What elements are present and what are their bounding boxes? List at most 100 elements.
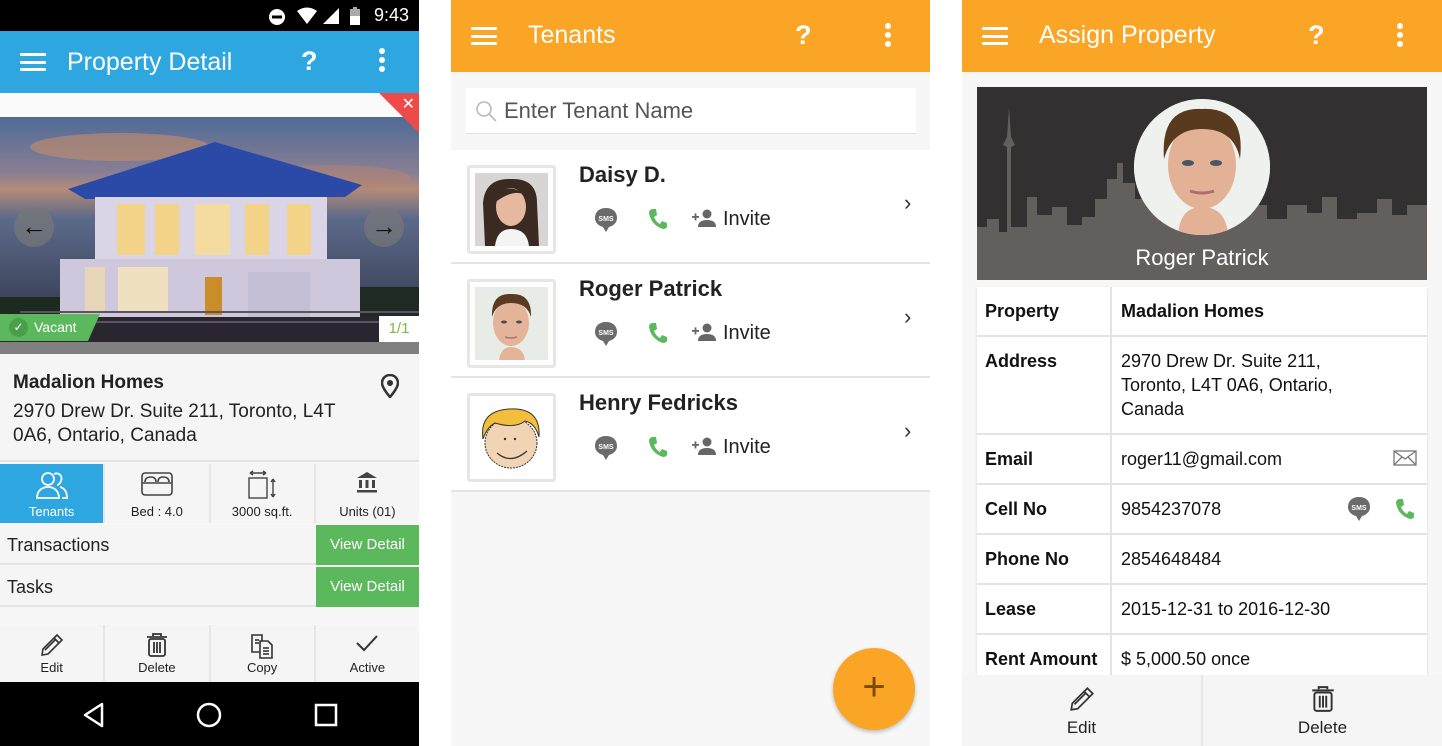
tenant-photo: [475, 173, 548, 246]
property-detail-screen: 9:43 Property Detail ? ✕ ← → Vacant ✓ 1/…: [0, 0, 419, 746]
tenant-list: Daisy D. SMS Invite › Roger Patrick SMS …: [451, 150, 930, 492]
tenant-details-table: Property Madalion Homes Address 2970 Dre…: [977, 287, 1427, 685]
svg-text:SMS: SMS: [598, 330, 614, 337]
add-person-icon[interactable]: [691, 208, 717, 228]
view-detail-button[interactable]: View Detail: [316, 525, 419, 565]
tenant-photo: [1134, 99, 1270, 235]
invite-button[interactable]: Invite: [723, 322, 771, 345]
page-title: Tenants: [528, 21, 616, 49]
clock: 9:43: [373, 5, 409, 25]
invite-button[interactable]: Invite: [723, 208, 771, 231]
more-vertical-icon[interactable]: [885, 23, 891, 50]
copy-button[interactable]: Copy: [210, 625, 314, 682]
phone-icon[interactable]: [648, 436, 668, 458]
add-person-icon[interactable]: [691, 436, 717, 456]
phone-icon[interactable]: [648, 208, 668, 230]
stat-label: Tenants: [28, 504, 75, 519]
hamburger-icon[interactable]: [20, 53, 46, 71]
action-label: Active: [349, 660, 386, 675]
tenant-name: Roger Patrick: [1135, 245, 1269, 270]
chevron-right-icon[interactable]: ›: [904, 190, 911, 216]
recents-icon[interactable]: [314, 703, 338, 727]
close-icon[interactable]: ✕: [402, 94, 415, 114]
property-photo[interactable]: [0, 117, 419, 342]
tenant-search-input[interactable]: [504, 96, 904, 126]
add-tenant-button[interactable]: +: [833, 648, 915, 730]
app-bar: Tenants ?: [451, 0, 930, 72]
status-bar: 9:43: [0, 0, 419, 31]
edit-button[interactable]: Edit: [0, 625, 104, 682]
assign-property-screen: Assign Property ? Roger Patrick Property…: [962, 0, 1442, 746]
help-button[interactable]: ?: [301, 46, 318, 77]
detail-key: Phone No: [977, 535, 1112, 583]
sms-icon[interactable]: SMS: [594, 435, 618, 461]
avatar: [467, 279, 556, 368]
page-title: Assign Property: [1039, 21, 1216, 49]
sms-icon[interactable]: SMS: [1347, 496, 1371, 522]
app-bar: Assign Property ?: [962, 0, 1442, 72]
detail-value: Madalion Homes: [1121, 301, 1265, 321]
detail-row-property: Property Madalion Homes: [977, 287, 1427, 337]
view-detail-button[interactable]: View Detail: [316, 567, 419, 607]
svg-text:SMS: SMS: [1351, 505, 1367, 512]
transactions-row: Transactions View Detail: [0, 525, 419, 565]
tenant-header: Roger Patrick: [977, 87, 1427, 280]
avatar: [467, 165, 556, 254]
detail-value: 9854237078: [1121, 499, 1222, 519]
add-person-icon[interactable]: [691, 322, 717, 342]
stat-area[interactable]: 3000 sq.ft.: [210, 464, 314, 523]
tenant-name: Henry Fedricks: [579, 390, 738, 415]
detail-row-phone: Phone No 2854648484: [977, 535, 1427, 585]
home-icon[interactable]: [196, 702, 222, 728]
tenants-icon: [35, 472, 68, 499]
more-vertical-icon[interactable]: [379, 48, 385, 75]
more-vertical-icon[interactable]: [1397, 23, 1403, 50]
edit-button[interactable]: Edit: [962, 675, 1201, 746]
arrow-left-icon[interactable]: ←: [14, 207, 54, 247]
trash-icon: [1311, 686, 1334, 712]
detail-row-email: Email roger11@gmail.com: [977, 435, 1427, 485]
tenant-item[interactable]: Henry Fedricks SMS Invite ›: [451, 378, 930, 492]
detail-key: Property: [977, 287, 1112, 335]
sms-icon[interactable]: SMS: [594, 321, 618, 347]
hamburger-icon[interactable]: [982, 27, 1008, 45]
stat-label: Units (01): [339, 504, 396, 519]
phone-icon[interactable]: [1395, 498, 1415, 520]
bed-icon: [141, 472, 173, 496]
tenant-name: Roger Patrick: [579, 276, 723, 301]
stat-units[interactable]: Units (01): [315, 464, 419, 523]
dnd-icon: [269, 9, 285, 25]
tasks-row: Tasks View Detail: [0, 567, 419, 607]
phone-icon[interactable]: [648, 322, 668, 344]
svg-text:SMS: SMS: [598, 216, 614, 223]
app-bar: Property Detail ?: [0, 31, 419, 93]
tenant-item[interactable]: Daisy D. SMS Invite ›: [451, 150, 930, 264]
action-bar: Edit Delete: [962, 675, 1442, 746]
back-icon[interactable]: [82, 702, 106, 728]
help-button[interactable]: ?: [795, 20, 812, 51]
tenant-item[interactable]: Roger Patrick SMS Invite ›: [451, 264, 930, 378]
detail-value[interactable]: roger11@gmail.com: [1112, 435, 1427, 483]
delete-button[interactable]: Delete: [1203, 675, 1442, 746]
stat-tenants[interactable]: Tenants: [0, 464, 104, 523]
detail-value: 2970 Drew Dr. Suite 211, Toronto, L4T 0A…: [1121, 351, 1333, 419]
area-icon: [248, 470, 276, 499]
help-button[interactable]: ?: [1308, 20, 1325, 51]
hamburger-icon[interactable]: [471, 27, 497, 45]
chevron-right-icon[interactable]: ›: [904, 304, 911, 330]
map-pin-icon[interactable]: [381, 374, 399, 398]
stat-bed[interactable]: Bed : 4.0: [105, 464, 209, 523]
arrow-right-icon[interactable]: →: [364, 207, 404, 247]
delete-button[interactable]: Delete: [105, 625, 209, 682]
detail-row-cell: Cell No 9854237078 SMS: [977, 485, 1427, 535]
system-navigation-bar: [0, 682, 419, 746]
invite-button[interactable]: Invite: [723, 436, 771, 459]
house-illustration: [0, 133, 419, 342]
stat-label: Bed : 4.0: [130, 504, 183, 519]
mail-icon[interactable]: [1393, 450, 1417, 466]
action-label: Edit: [40, 660, 63, 675]
chevron-right-icon[interactable]: ›: [904, 418, 911, 444]
page-title: Property Detail: [67, 48, 233, 76]
active-button[interactable]: Active: [315, 625, 419, 682]
sms-icon[interactable]: SMS: [594, 207, 618, 233]
